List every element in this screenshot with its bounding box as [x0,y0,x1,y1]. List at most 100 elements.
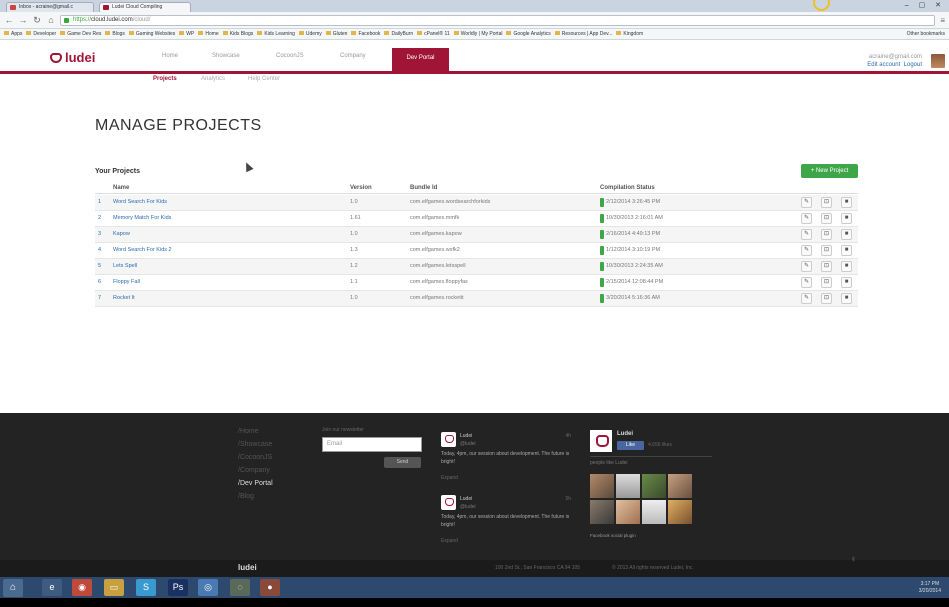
bookmark-item[interactable]: Blogs [105,29,125,39]
bookmark-item[interactable]: DailyBurn [384,29,413,39]
delete-icon[interactable]: ■ [841,277,852,288]
project-name[interactable]: Kapow [113,227,130,241]
download-icon[interactable]: ⊡ [821,197,832,208]
folder-icon[interactable]: ▭ [104,579,124,596]
download-icon[interactable]: ⊡ [821,277,832,288]
delete-icon[interactable]: ■ [841,245,852,256]
fb-page-name[interactable]: Ludei [617,431,633,437]
edit-icon[interactable]: ✎ [801,197,812,208]
project-name[interactable]: Memory Match For Kids [113,211,171,225]
download-icon[interactable]: ⊡ [821,213,832,224]
fb-fan-avatar[interactable] [616,474,640,498]
delete-icon[interactable]: ■ [841,213,852,224]
project-number[interactable]: 2 [98,211,101,225]
ie-icon[interactable]: e [42,579,62,596]
download-icon[interactable]: ⊡ [821,229,832,240]
url-field[interactable]: https://cloud.ludei.com/cloud/ [60,15,935,26]
skype-icon[interactable]: S [136,579,156,596]
footer-link-company[interactable]: /Company [238,464,273,477]
project-name[interactable]: Word Search For Kids [113,195,167,209]
delete-icon[interactable]: ■ [841,261,852,272]
bookmark-item[interactable]: Resources | App Dev... [554,29,612,39]
subnav-projects[interactable]: Projects [153,76,177,82]
project-name[interactable]: Word Search For Kids 2 [113,243,172,257]
fb-fan-avatar[interactable] [590,474,614,498]
bookmark-item[interactable]: Worldly | My Portal [453,29,502,39]
bookmark-item[interactable]: Apps [4,29,22,39]
subnav-help-center[interactable]: Help Center [248,76,280,82]
edit-icon[interactable]: ✎ [801,213,812,224]
delete-icon[interactable]: ■ [841,229,852,240]
forward-icon[interactable]: → [18,15,28,25]
fb-fan-avatar[interactable] [668,500,692,524]
bookmark-item[interactable]: Udemy [298,29,322,39]
bookmark-item[interactable]: Gaming Websites [128,29,175,39]
project-name[interactable]: Floppy Fall [113,275,140,289]
nav-dev-portal[interactable]: Dev Portal [392,48,449,71]
nav-showcase[interactable]: Showcase [212,53,240,59]
edit-icon[interactable]: ✎ [801,261,812,272]
bookmark-item[interactable]: Game Dev Res [60,29,101,39]
bookmark-item[interactable]: Gluten [325,29,347,39]
footer-link-showcase[interactable]: /Showcase [238,438,273,451]
project-number[interactable]: 4 [98,243,101,257]
bookmark-item[interactable]: Home [198,29,219,39]
browser-tab-inbox[interactable]: Inbox - acraine@gmail.c [6,2,94,12]
delete-icon[interactable]: ■ [841,197,852,208]
fb-fan-avatar[interactable] [668,474,692,498]
fb-like-button[interactable]: Like [617,441,644,450]
home-icon[interactable]: ⌂ [46,15,56,25]
browser-tab-ludei[interactable]: Ludei Cloud Compiling [99,2,191,12]
fb-fan-avatar[interactable] [616,500,640,524]
nav-home[interactable]: Home [162,53,178,59]
bookmark-item[interactable]: cPanel® 11 [417,29,450,39]
nav-cocoonjs[interactable]: CocoonJS [276,53,304,59]
project-number[interactable]: 7 [98,291,101,305]
bookmark-item[interactable]: Kingdom [616,29,643,39]
new-project-button[interactable]: + New Project [801,164,858,178]
bookmark-item[interactable]: Kids Learning [257,29,295,39]
app-icon[interactable]: ◎ [198,579,218,596]
bookmark-item[interactable]: Facebook [351,29,380,39]
footer-link-cocoonjs[interactable]: /CocoonJS [238,451,273,464]
back-icon[interactable]: ← [4,15,14,25]
menu-icon[interactable]: ≡ [940,16,945,25]
footer-link-blog[interactable]: /Blog [238,490,273,503]
bookmark-item[interactable]: Kids Blogs [222,29,253,39]
project-name[interactable]: Rocket It [113,291,135,305]
project-number[interactable]: 5 [98,259,101,273]
chrome-icon[interactable]: ◉ [72,579,92,596]
logout-link[interactable]: Logout [904,62,922,68]
project-number[interactable]: 6 [98,275,101,289]
edit-icon[interactable]: ✎ [801,245,812,256]
avatar[interactable] [931,54,945,68]
bookmark-item[interactable]: Google Analytics [506,29,551,39]
tweet-expand-link[interactable]: Expand [441,474,458,482]
subnav-analytics[interactable]: Analytics [201,76,225,82]
app-icon[interactable]: ◌ [230,579,250,596]
fb-fan-avatar[interactable] [642,500,666,524]
system-clock[interactable]: 3:17 PM 3/20/2014 [919,581,941,595]
footer-link-dev-portal[interactable]: /Dev Portal [238,477,273,490]
fb-fan-avatar[interactable] [590,500,614,524]
tweet-expand-link[interactable]: Expand [441,537,458,545]
ludei-logo[interactable]: ludei [50,50,95,65]
edit-icon[interactable]: ✎ [801,277,812,288]
photoshop-icon[interactable]: Ps [168,579,188,596]
start-button-icon[interactable]: ⌂ [3,579,23,597]
newsletter-send-button[interactable]: Send [384,457,421,468]
fb-fan-avatar[interactable] [642,474,666,498]
footer-link-home[interactable]: /Home [238,425,273,438]
edit-icon[interactable]: ✎ [801,229,812,240]
project-number[interactable]: 1 [98,195,101,209]
other-bookmarks[interactable]: Other bookmarks [907,29,945,39]
app-icon[interactable]: ● [260,579,280,596]
download-icon[interactable]: ⊡ [821,261,832,272]
edit-account-link[interactable]: Edit account [867,62,900,68]
delete-icon[interactable]: ■ [841,293,852,304]
project-name[interactable]: Lets Spell [113,259,137,273]
edit-icon[interactable]: ✎ [801,293,812,304]
footer-logo[interactable]: ludei [238,563,257,572]
bookmark-item[interactable]: WP [179,29,194,39]
window-controls[interactable]: – ▢ ✕ [905,1,945,9]
